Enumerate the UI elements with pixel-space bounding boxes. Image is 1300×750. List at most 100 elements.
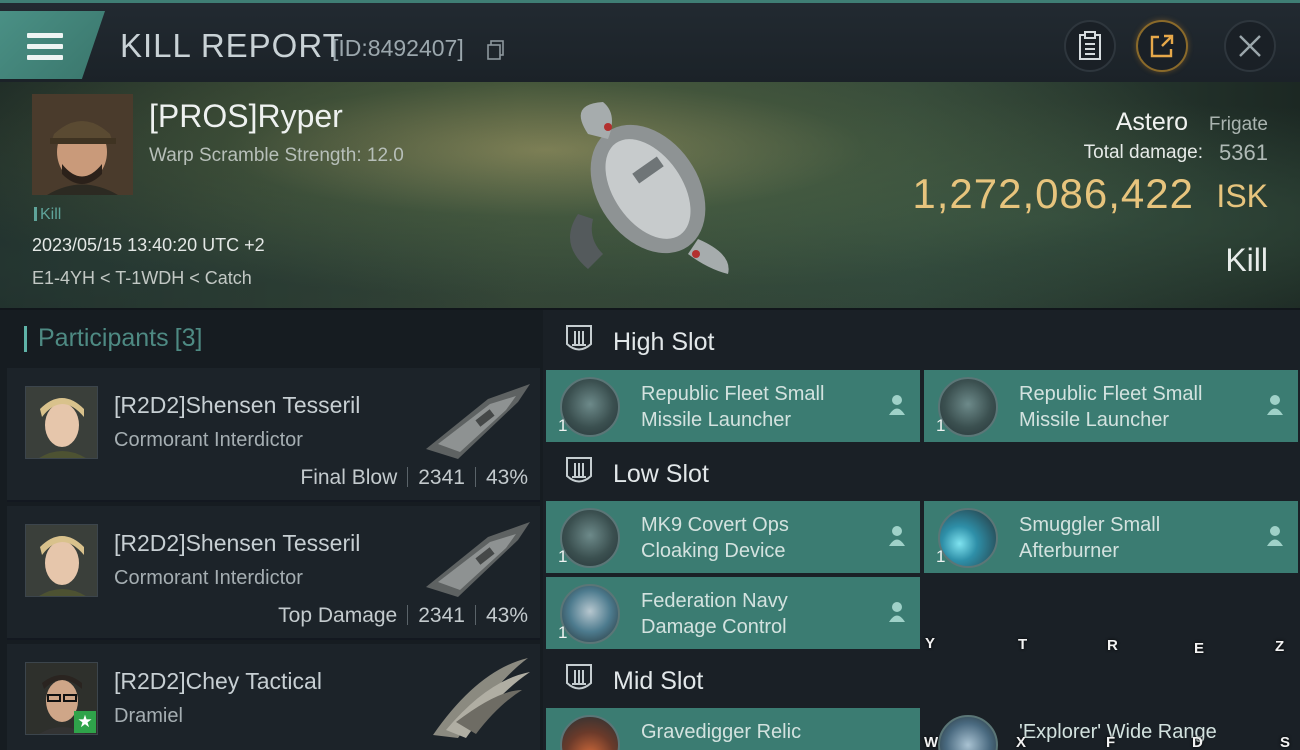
module-name: Republic Fleet Small Missile Launcher [641, 383, 825, 431]
hotkey-label: R [1107, 637, 1118, 654]
participant-row[interactable]: [R2D2]Shensen Tesseril Cormorant Interdi… [7, 368, 540, 502]
participant-ship-image [426, 384, 530, 459]
participant-percent: 43% [485, 604, 528, 627]
hotkey-label: D [1192, 734, 1203, 750]
damage-control-icon [560, 584, 620, 644]
result-label: Kill [1225, 242, 1268, 278]
victim-ship-class: Frigate [1208, 114, 1268, 135]
isk-value: 1,272,086,422 [912, 170, 1194, 217]
share-button[interactable] [1136, 20, 1188, 72]
module-quantity: 1 [558, 623, 568, 642]
star-icon: ★ [74, 711, 96, 733]
clipboard-icon [1079, 31, 1101, 60]
share-icon [1150, 34, 1174, 58]
module-mid-1[interactable]: Gravedigger Relic [546, 708, 920, 750]
participant-row[interactable]: ★ [R2D2]Chey Tactical Dramiel [7, 644, 540, 750]
fitting-panel: High Slot 1 Republic Fleet Small Missile … [543, 310, 1300, 750]
high-slot-icon [566, 325, 592, 351]
participant-ship: Cormorant Interdictor [114, 567, 303, 589]
participant-ship: Dramiel [114, 705, 183, 727]
module-name: MK9 Covert Ops Cloaking Device [641, 514, 789, 562]
module-high-2[interactable]: 1 Republic Fleet Small Missile Launcher [924, 370, 1298, 442]
module-name: Gravedigger Relic [641, 721, 802, 743]
clipboard-button[interactable] [1064, 20, 1116, 72]
low-slot-header: Low Slot [543, 444, 1300, 502]
hotkey-label: E [1194, 640, 1205, 657]
hotkey-label: T [1018, 636, 1028, 653]
participant-percent: 43% [485, 466, 528, 489]
module-name: Republic Fleet Small Missile Launcher [1019, 383, 1203, 431]
menu-button[interactable] [0, 11, 105, 79]
participant-stats: Top Damage 2341 43% [278, 604, 528, 628]
missile-launcher-icon [560, 377, 620, 437]
kill-timestamp: 2023/05/15 13:40:20 UTC +2 [32, 235, 265, 255]
hamburger-icon [27, 33, 63, 66]
user-icon [889, 602, 905, 622]
scanner-icon [938, 715, 998, 750]
afterburner-icon [938, 508, 998, 568]
participants-header: Participants [3] [23, 324, 203, 353]
participant-name: [R2D2]Chey Tactical [114, 668, 322, 694]
hotkey-label: Z [1275, 638, 1285, 655]
high-slot-header: High Slot [543, 312, 1300, 370]
participants-label: Participants [38, 324, 169, 352]
close-icon [1239, 35, 1261, 57]
user-icon [889, 526, 905, 546]
participant-ship-image [433, 658, 530, 738]
participant-ship: Cormorant Interdictor [114, 429, 303, 451]
hotkey-label: Y [925, 635, 936, 652]
hotkey-label: S [1280, 734, 1291, 750]
mid-slot-icon [566, 664, 592, 690]
module-low-2[interactable]: 1 Smuggler Small Afterburner [924, 501, 1298, 573]
report-id: [ID:8492407] [332, 35, 464, 61]
participant-role: Final Blow [300, 466, 398, 489]
total-damage-label: Total damage: [1083, 142, 1203, 163]
module-quantity: 1 [936, 416, 946, 435]
participant-role: Top Damage [278, 604, 398, 627]
participants-count: [3] [174, 324, 203, 352]
warp-scramble-strength: Warp Scramble Strength: 12.0 [149, 145, 404, 166]
total-damage-value: 5361 [1219, 140, 1268, 165]
copy-icon[interactable] [487, 40, 505, 60]
missile-launcher-icon [938, 377, 998, 437]
hotkey-label: F [1106, 734, 1116, 750]
participant-avatar[interactable] [25, 524, 98, 597]
low-slot-label: Low Slot [613, 460, 709, 488]
module-quantity: 1 [558, 547, 568, 566]
participant-avatar[interactable] [25, 386, 98, 459]
module-low-3[interactable]: 1 Federation Navy Damage Control [546, 577, 920, 649]
top-bar: KILL REPORT [ID:8492407] [0, 0, 1300, 82]
module-quantity: 1 [936, 547, 946, 566]
module-name: 'Explorer' Wide Range [1019, 721, 1217, 743]
participant-stats: Final Blow 2341 43% [300, 466, 528, 490]
victim-ship-name[interactable]: Astero [1116, 108, 1188, 137]
mid-slot-label: Mid Slot [613, 667, 704, 695]
user-icon [1267, 526, 1283, 546]
victim-name[interactable]: [PROS]Ryper [149, 98, 343, 135]
hotkey-label: W [924, 734, 939, 750]
high-slot-label: High Slot [613, 328, 715, 356]
module-low-1[interactable]: 1 MK9 Covert Ops Cloaking Device [546, 501, 920, 573]
module-name: Federation Navy Damage Control [641, 590, 788, 638]
module-name: Smuggler Small Afterburner [1019, 514, 1161, 562]
module-quantity: 1 [558, 416, 568, 435]
participant-damage: 2341 [418, 604, 465, 627]
close-button[interactable] [1224, 20, 1276, 72]
participant-ship-image [426, 522, 530, 597]
victim-ship-image [570, 102, 729, 274]
user-icon [889, 395, 905, 415]
module-high-1[interactable]: 1 Republic Fleet Small Missile Launcher [546, 370, 920, 442]
kill-tag: Kill [34, 206, 61, 224]
low-slot-icon [566, 457, 592, 483]
cloaking-device-icon [560, 508, 620, 568]
participants-panel: Participants [3] [R2D2]Shensen Tesseril C… [0, 310, 543, 750]
page-title: KILL REPORT [120, 27, 344, 64]
participant-damage: 2341 [418, 466, 465, 489]
victim-avatar[interactable] [32, 94, 133, 195]
participant-avatar[interactable]: ★ [25, 662, 98, 735]
mid-slot-header: Mid Slot [543, 651, 1300, 709]
participant-row[interactable]: [R2D2]Shensen Tesseril Cormorant Interdi… [7, 506, 540, 640]
relic-analyzer-icon [560, 715, 620, 750]
user-icon [1267, 395, 1283, 415]
kill-location: E1-4YH < T-1WDH < Catch [32, 268, 252, 288]
